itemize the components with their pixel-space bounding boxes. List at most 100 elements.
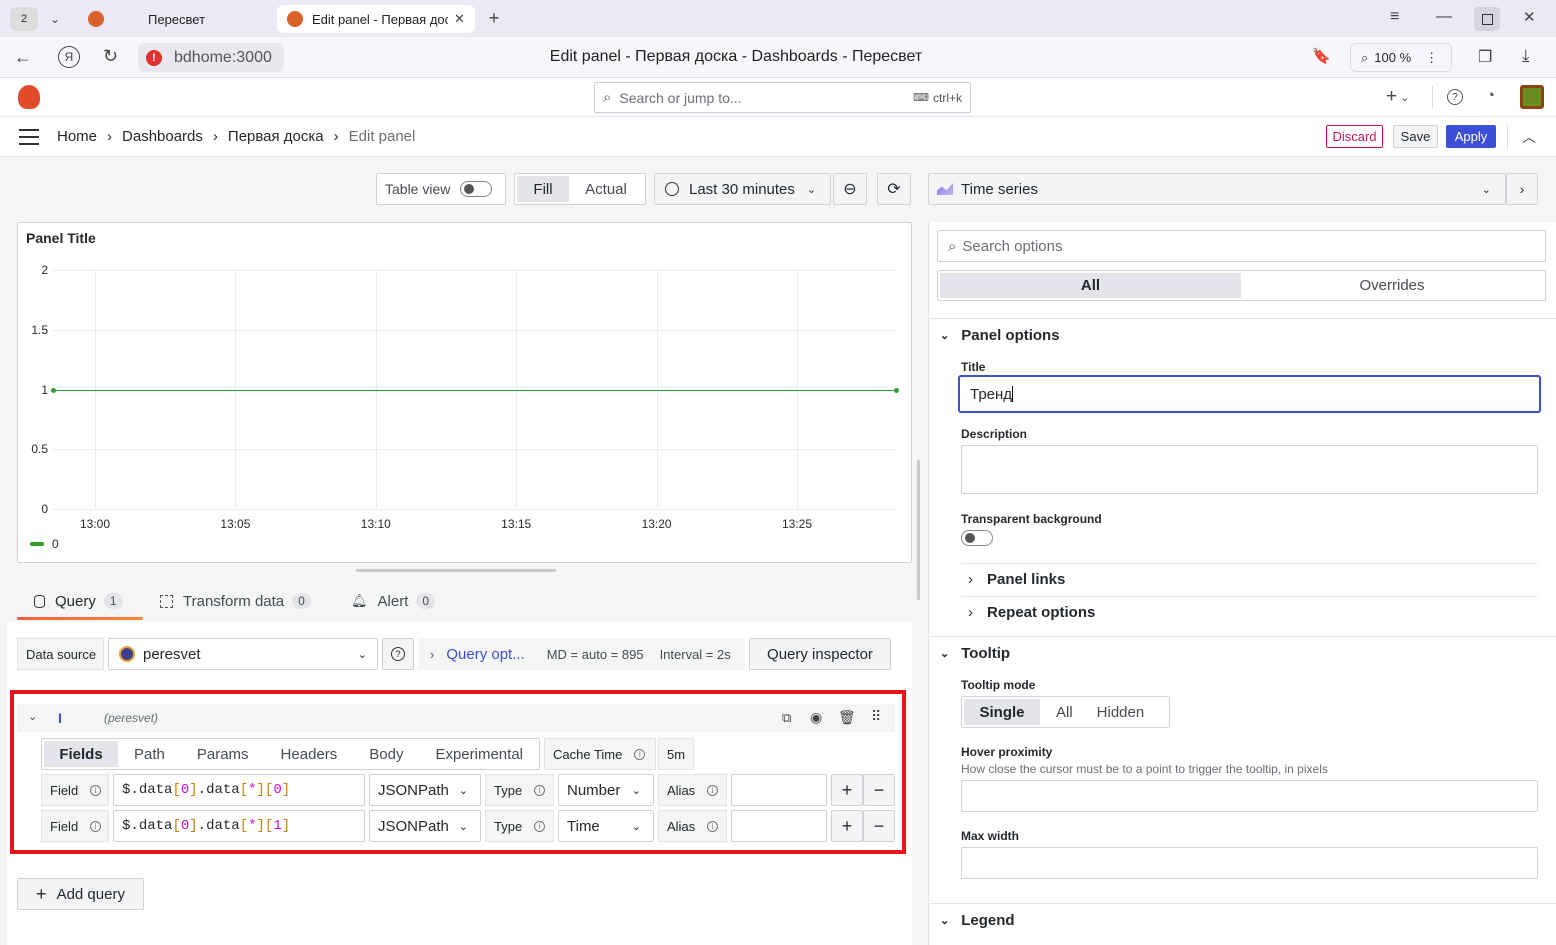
alias-input[interactable] bbox=[731, 774, 827, 806]
new-tab-icon[interactable]: + bbox=[483, 7, 505, 29]
language-select[interactable]: JSONPath ⌄ bbox=[369, 810, 481, 842]
query-refid[interactable]: I bbox=[58, 710, 62, 726]
fill-button[interactable]: Fill bbox=[517, 176, 569, 202]
breadcrumb-dashboards[interactable]: Dashboards bbox=[122, 128, 203, 145]
tooltip-header[interactable]: ⌄ Tooltip bbox=[940, 645, 1010, 662]
jsonpath-input[interactable]: $. d a t a[0]. d a t a[*][1] bbox=[113, 810, 365, 842]
subtab-headers[interactable]: Headers bbox=[281, 746, 338, 763]
discard-button[interactable]: Discard bbox=[1326, 125, 1383, 148]
reload-icon[interactable]: ↻ bbox=[103, 46, 118, 67]
subtab-body[interactable]: Body bbox=[369, 746, 403, 763]
subtab-fields[interactable]: Fields bbox=[44, 741, 118, 767]
max-width-input[interactable] bbox=[961, 847, 1538, 879]
zoom-out-button[interactable]: ⊖ bbox=[833, 173, 867, 205]
jsonpath-input[interactable]: $. d a t a[0]. d a t a[*][0] bbox=[113, 774, 365, 806]
query-options-toggle[interactable]: › Query opt... MD = auto = 895 Interval … bbox=[418, 638, 745, 670]
add-query-button[interactable]: + Add query bbox=[17, 878, 144, 910]
menu-icon[interactable]: ≡ bbox=[1390, 8, 1399, 26]
help-button[interactable]: ? bbox=[382, 638, 414, 670]
search-options-input[interactable]: ⌕ Search options bbox=[937, 230, 1546, 262]
interval-info: Interval = 2s bbox=[659, 646, 731, 662]
type-select[interactable]: Number ⌄ bbox=[558, 774, 654, 806]
drag-handle-icon[interactable]: ⠿ bbox=[871, 708, 881, 725]
expr-char: ] bbox=[281, 818, 291, 834]
subtab-experimental[interactable]: Experimental bbox=[435, 746, 523, 763]
subtab-path[interactable]: Path bbox=[134, 746, 165, 763]
url-box[interactable]: ! bdhome:3000 bbox=[138, 43, 284, 72]
transparent-toggle[interactable] bbox=[961, 530, 993, 546]
datasource-name: peresvet bbox=[143, 645, 201, 663]
resize-handle[interactable] bbox=[356, 569, 556, 572]
tab-count-button[interactable]: 2 bbox=[10, 7, 38, 31]
search-bar[interactable]: ⌕ Search or jump to... ⌨ ctrl+k bbox=[594, 82, 971, 113]
add-field-button[interactable]: + bbox=[831, 810, 863, 842]
save-button[interactable]: Save bbox=[1393, 125, 1438, 148]
description-textarea[interactable] bbox=[961, 445, 1538, 494]
logo-icon[interactable] bbox=[18, 85, 40, 109]
hamburger-icon[interactable] bbox=[19, 129, 39, 145]
alias-input[interactable] bbox=[731, 810, 827, 842]
options-tab-overrides[interactable]: Overrides bbox=[1241, 277, 1543, 294]
tooltip-mode-hidden[interactable]: Hidden bbox=[1097, 704, 1145, 721]
chevron-down-icon[interactable]: ⌄ bbox=[44, 8, 66, 30]
back-icon[interactable]: ← bbox=[14, 47, 32, 68]
news-icon[interactable]: ◔ bbox=[1486, 87, 1495, 104]
chevron-up-icon[interactable]: ︿ bbox=[1522, 127, 1536, 147]
remove-field-button[interactable]: − bbox=[863, 810, 895, 842]
apply-button[interactable]: Apply bbox=[1446, 125, 1496, 148]
minimize-icon[interactable]: — bbox=[1436, 8, 1452, 26]
panel-links-header[interactable]: › Panel links bbox=[968, 571, 1065, 588]
options-tab-all[interactable]: All bbox=[940, 273, 1241, 298]
help-icon[interactable]: ? bbox=[1447, 89, 1463, 105]
eye-icon[interactable]: ◉ bbox=[810, 709, 822, 726]
bookmark-icon[interactable]: 🔖 bbox=[1312, 47, 1331, 65]
visualization-picker[interactable]: Time series ⌄ bbox=[928, 173, 1506, 205]
maximize-icon[interactable] bbox=[1474, 7, 1500, 31]
trash-icon[interactable]: 🗑︎ bbox=[838, 709, 856, 726]
copy-icon[interactable]: ⧉ bbox=[782, 710, 791, 726]
table-view-toggle[interactable]: Table view bbox=[376, 173, 506, 205]
breadcrumb-dashboard[interactable]: Первая доска bbox=[228, 128, 324, 145]
expr-char: a bbox=[214, 818, 223, 834]
language-select[interactable]: JSONPath ⌄ bbox=[369, 774, 481, 806]
close-icon[interactable]: ✕ bbox=[454, 11, 465, 27]
legend-item[interactable]: 0 bbox=[30, 537, 59, 551]
cache-time-value[interactable]: 5m bbox=[658, 738, 694, 770]
type-select[interactable]: Time ⌄ bbox=[558, 810, 654, 842]
add-icon[interactable]: + ⌄ bbox=[1386, 86, 1409, 108]
tooltip-mode-single[interactable]: Single bbox=[964, 699, 1040, 725]
avatar[interactable] bbox=[1520, 85, 1544, 109]
actual-button[interactable]: Actual bbox=[569, 181, 643, 198]
tooltip-mode-all[interactable]: All bbox=[1056, 704, 1073, 721]
zoom-control[interactable]: ⌕ 100 % ⋮ bbox=[1350, 43, 1452, 72]
panel-options-header[interactable]: ⌄ Panel options bbox=[940, 327, 1060, 344]
time-range-picker[interactable]: Last 30 minutes ⌄ bbox=[654, 173, 831, 205]
tab-transform[interactable]: Transform data 0 bbox=[160, 583, 311, 619]
breadcrumb-home[interactable]: Home bbox=[57, 128, 97, 145]
title-input[interactable]: Тренд bbox=[958, 375, 1541, 413]
info-icon: i bbox=[534, 784, 546, 796]
legend-header[interactable]: ⌄ Legend bbox=[940, 912, 1015, 929]
more-icon[interactable]: ⋮ bbox=[1425, 50, 1438, 66]
refresh-button[interactable]: ⟳ bbox=[877, 173, 911, 205]
expr-char: d bbox=[206, 818, 215, 834]
yandex-icon[interactable]: Я bbox=[58, 46, 80, 68]
repeat-options-header[interactable]: › Repeat options bbox=[968, 604, 1095, 621]
series-point bbox=[894, 387, 899, 393]
browser-tab-1[interactable]: Пересвет bbox=[80, 5, 270, 33]
tab-query[interactable]: Query 1 bbox=[34, 583, 123, 619]
tab-alert[interactable]: 🔔︎ Alert 0 bbox=[351, 583, 436, 619]
add-field-button[interactable]: + bbox=[831, 774, 863, 806]
collapse-icon[interactable]: ⌄ bbox=[28, 710, 37, 723]
hover-proximity-input[interactable] bbox=[961, 780, 1538, 812]
query-inspector-button[interactable]: Query inspector bbox=[749, 638, 891, 670]
browser-tab-2[interactable]: Edit panel - Первая доска ✕ bbox=[277, 5, 475, 33]
datasource-picker[interactable]: peresvet ⌄ bbox=[108, 638, 378, 670]
download-icon[interactable]: ⤓ bbox=[1522, 46, 1530, 66]
close-window-icon[interactable]: ✕ bbox=[1523, 8, 1536, 26]
cache-time-label: Cache Time i bbox=[544, 738, 656, 770]
collapse-options-button[interactable]: › bbox=[1506, 173, 1538, 205]
subtab-params[interactable]: Params bbox=[197, 746, 249, 763]
remove-field-button[interactable]: − bbox=[863, 774, 895, 806]
extensions-icon[interactable]: ❐ bbox=[1478, 47, 1492, 67]
